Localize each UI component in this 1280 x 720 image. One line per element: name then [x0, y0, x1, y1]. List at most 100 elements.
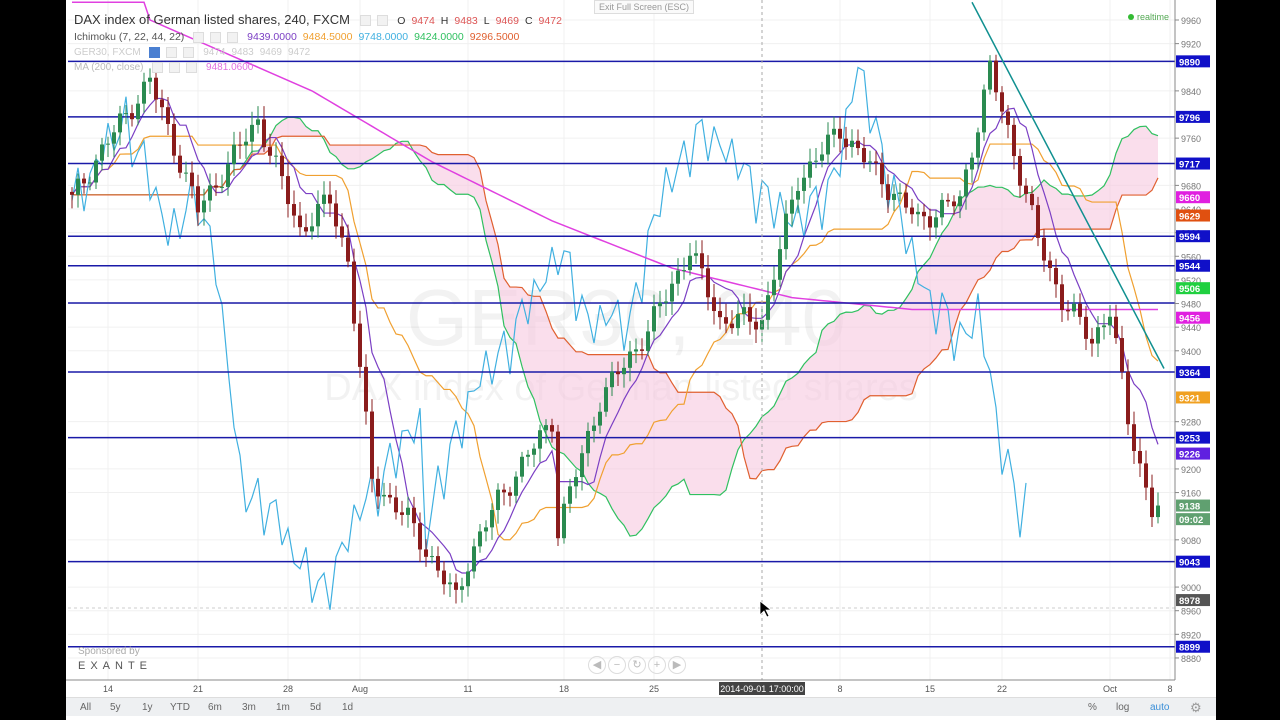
candle-body	[568, 486, 572, 504]
candle-body	[982, 89, 986, 133]
scroll-left-button[interactable]: ◀	[588, 656, 606, 674]
range-6m[interactable]: 6m	[208, 702, 222, 713]
ichimoku-label[interactable]: Ichimoku (7, 22, 44, 22)	[74, 31, 184, 43]
close-icon[interactable]	[227, 31, 239, 43]
ichimoku-value: 9424.0000	[414, 31, 464, 43]
log-toggle[interactable]: log	[1116, 702, 1129, 713]
candle-body	[946, 199, 950, 202]
candle-body	[364, 366, 368, 412]
candle-body	[754, 321, 758, 330]
candle-body	[424, 549, 428, 557]
time-tick-label: 21	[193, 684, 203, 694]
candle-body	[340, 226, 344, 238]
zoom-in-button[interactable]: +	[648, 656, 666, 674]
candle-body	[1138, 450, 1142, 464]
crosshair-time-label: 2014-09-01 17:00:00	[720, 684, 804, 694]
candle-body	[112, 132, 116, 144]
eye-icon[interactable]	[149, 47, 161, 58]
candle-body	[310, 226, 314, 232]
ma-label[interactable]: MA (200, close)	[74, 62, 143, 73]
candle-body	[172, 123, 176, 156]
candle-body	[580, 453, 584, 478]
close-icon[interactable]	[186, 62, 198, 73]
candle-body	[628, 351, 632, 368]
candle-body	[1150, 487, 1154, 518]
range-1m[interactable]: 1m	[276, 702, 290, 713]
candle-body	[952, 201, 956, 207]
candle-body	[1144, 463, 1148, 488]
candle-body	[82, 178, 86, 184]
close-icon[interactable]	[183, 47, 195, 58]
candle-body	[214, 185, 218, 188]
candle-body	[1114, 316, 1118, 339]
candle-body	[910, 207, 914, 215]
settings-icon[interactable]	[193, 31, 205, 43]
price-tick-label: 9200	[1181, 465, 1201, 475]
zoom-out-button[interactable]: −	[608, 656, 626, 674]
price-label-text: 9890	[1179, 57, 1200, 68]
symbol-value: 9474	[203, 47, 226, 59]
candle-body	[742, 307, 746, 315]
time-tick-label: 18	[559, 684, 569, 694]
price-label-text: 9456	[1179, 314, 1200, 325]
price-tick-label: 9680	[1181, 181, 1201, 191]
price-label-text: 9660	[1179, 193, 1200, 204]
scroll-right-button[interactable]: ▶	[668, 656, 686, 674]
chart-title[interactable]: DAX index of German listed shares, 240, …	[74, 12, 350, 27]
range-5d[interactable]: 5d	[310, 702, 321, 713]
exit-fullscreen-button[interactable]: Exit Full Screen (ESC)	[594, 0, 695, 14]
time-tick-label: 28	[283, 684, 293, 694]
candle-body	[658, 302, 662, 307]
range-5y[interactable]: 5y	[110, 702, 121, 713]
symbol-value: 9483	[231, 47, 254, 59]
candle-body	[1012, 124, 1016, 157]
candle-body	[1054, 267, 1058, 285]
price-chart[interactable]: GER30, 240DAX index of German listed sha…	[66, 0, 1216, 697]
candle-body	[970, 157, 974, 170]
hide-icon[interactable]	[169, 62, 181, 73]
settings-icon[interactable]	[359, 15, 371, 27]
sponsor-logo[interactable]: EXANTE	[78, 660, 152, 672]
candle-body	[868, 161, 872, 163]
range-1d[interactable]: 1d	[342, 702, 353, 713]
reset-button[interactable]: ↻	[628, 656, 646, 674]
symbol-legend: GER30, FXCM 9474 9483 9469 9472	[74, 47, 316, 58]
range-all[interactable]: All	[80, 702, 91, 713]
price-label-text: 8899	[1179, 643, 1200, 654]
candle-body	[538, 430, 542, 449]
candle-body	[592, 425, 596, 431]
candle-body	[586, 430, 590, 454]
candle-body	[160, 99, 164, 108]
candle-body	[184, 172, 188, 174]
candle-body	[1036, 205, 1040, 238]
range-ytd[interactable]: YTD	[170, 702, 190, 713]
price-label-text: 9506	[1179, 284, 1200, 295]
percent-toggle[interactable]: %	[1088, 702, 1097, 713]
candle-body	[1000, 92, 1004, 112]
candle-body	[928, 216, 932, 228]
candle-body	[466, 571, 470, 587]
price-tick-label: 9280	[1181, 418, 1201, 428]
range-3m[interactable]: 3m	[242, 702, 256, 713]
candle-body	[322, 194, 326, 204]
ma-value: 9481.0600	[206, 62, 254, 74]
symbol-label[interactable]: GER30, FXCM	[74, 47, 141, 58]
candle-body	[328, 194, 332, 204]
price-tick-label: 9400	[1181, 347, 1201, 357]
candle-body	[1126, 371, 1130, 425]
settings-icon[interactable]	[152, 62, 164, 73]
range-1y[interactable]: 1y	[142, 702, 153, 713]
candle-body	[286, 176, 290, 205]
candle-body	[916, 211, 920, 215]
gear-icon[interactable]: ⚙	[1190, 700, 1202, 716]
hide-icon[interactable]	[210, 31, 222, 43]
auto-toggle[interactable]: auto	[1150, 702, 1169, 713]
price-label-text: 9043	[1179, 558, 1200, 569]
candle-body	[280, 155, 284, 177]
candle-body	[550, 425, 554, 432]
hide-icon[interactable]	[376, 15, 388, 27]
settings-icon[interactable]	[166, 47, 178, 58]
candle-body	[994, 60, 998, 93]
candle-body	[472, 546, 476, 572]
candle-body	[400, 512, 404, 515]
